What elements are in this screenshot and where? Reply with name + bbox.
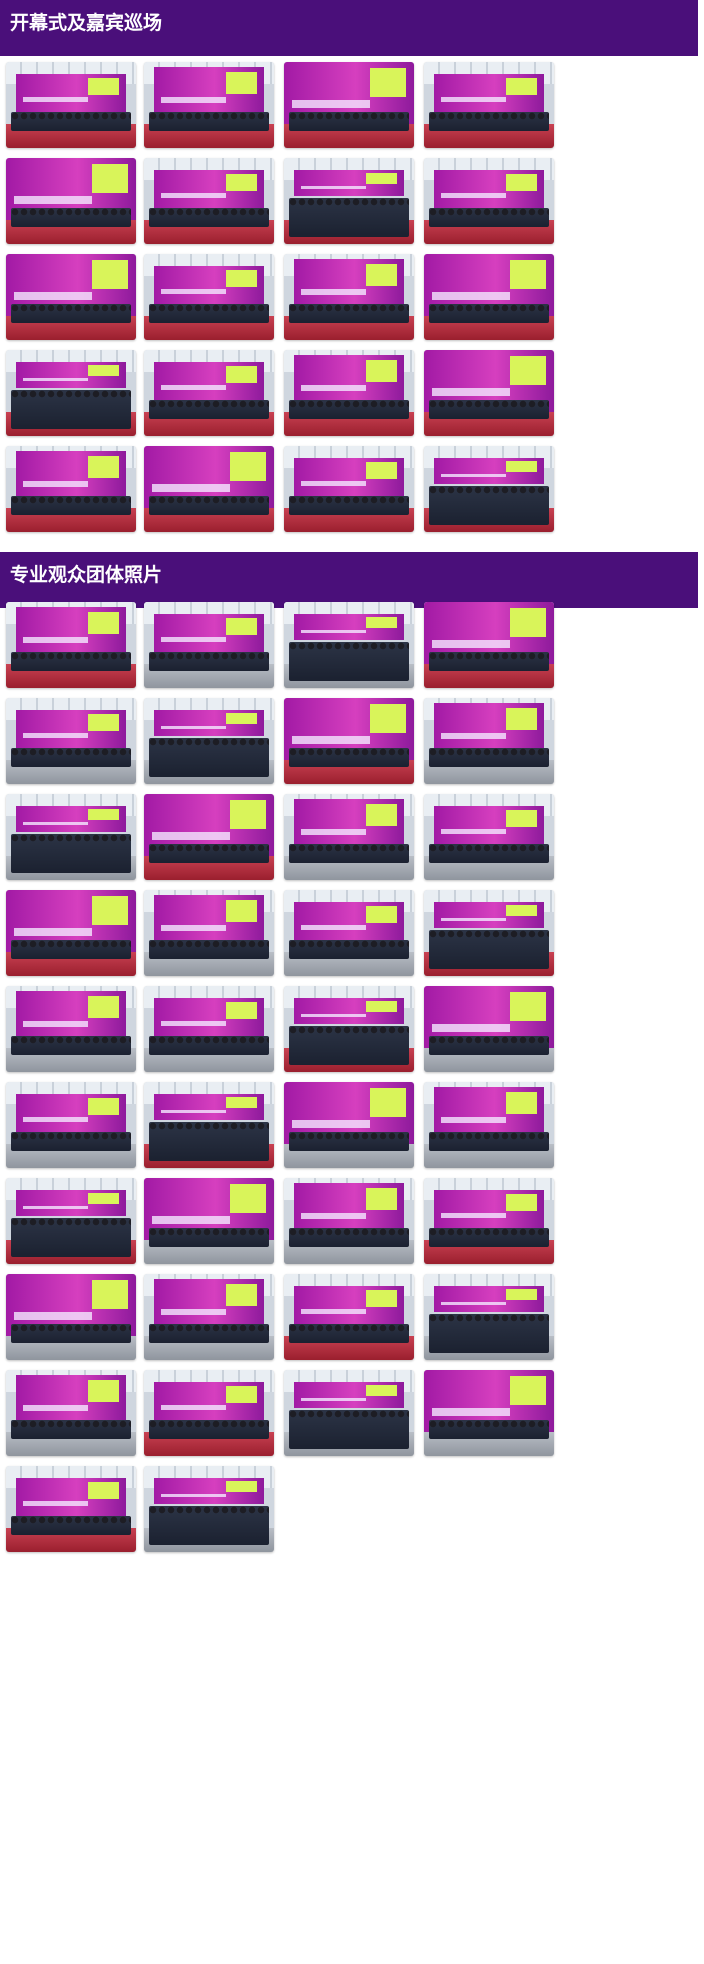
- photo-group-20: [424, 986, 554, 1072]
- photo-group-24: [424, 1082, 554, 1168]
- photo-group-23: [284, 1082, 414, 1168]
- photo-group-38: [144, 1466, 274, 1552]
- photo-group-6: [144, 698, 274, 784]
- photo-group-3: [284, 602, 414, 688]
- photo-group-27: [284, 1178, 414, 1264]
- photo-group-25: [6, 1178, 136, 1264]
- photo-hall-tour-1: [6, 254, 136, 340]
- photo-opening-guests-3: [424, 62, 554, 148]
- photo-group-30: [144, 1274, 274, 1360]
- photo-group-26: [144, 1178, 274, 1264]
- photo-group-34: [144, 1370, 274, 1456]
- section-header-bar: 专业观众团体照片: [0, 552, 698, 608]
- photo-group-10: [144, 794, 274, 880]
- photo-opening-stage-3: [424, 158, 554, 244]
- photo-group-4: [424, 602, 554, 688]
- photo-hall-tour-3: [284, 254, 414, 340]
- photo-group-19: [284, 986, 414, 1072]
- photo-group-17: [6, 986, 136, 1072]
- photo-group-33: [6, 1370, 136, 1456]
- photo-group-5: [6, 698, 136, 784]
- photo-hall-tour-8: [424, 350, 554, 436]
- photo-group-31: [284, 1274, 414, 1360]
- photo-opening-stage-1: [6, 158, 136, 244]
- photo-group-18: [144, 986, 274, 1072]
- photo-group-9: [6, 794, 136, 880]
- photo-booth-visit-3: [284, 446, 414, 532]
- photo-group-2: [144, 602, 274, 688]
- photo-group-14: [144, 890, 274, 976]
- photo-group-37: [6, 1466, 136, 1552]
- photo-opening-ribbon-1: [6, 62, 136, 148]
- photo-hall-tour-4: [424, 254, 554, 340]
- section-title: 专业观众团体照片: [10, 564, 163, 586]
- photo-hall-tour-2: [144, 254, 274, 340]
- photo-hall-tour-6: [144, 350, 274, 436]
- photo-opening-stage-2: [284, 158, 414, 244]
- photo-opening-guests-2: [284, 62, 414, 148]
- photo-booth-visit-2: [144, 446, 274, 532]
- section-title: 开幕式及嘉宾巡场: [10, 12, 163, 34]
- photo-group-16: [424, 890, 554, 976]
- photo-opening-guests-1: [144, 62, 274, 148]
- photo-group-28: [424, 1178, 554, 1264]
- photo-booth-visit-1: [6, 446, 136, 532]
- photo-group-36: [424, 1370, 554, 1456]
- photo-group-12: [424, 794, 554, 880]
- photo-booth-visit-4: [424, 446, 554, 532]
- photo-hall-tour-5: [6, 350, 136, 436]
- photo-group-13: [6, 890, 136, 976]
- photo-group-7: [284, 698, 414, 784]
- photo-group-35: [284, 1370, 414, 1456]
- photo-group-8: [424, 698, 554, 784]
- photo-group-29: [6, 1274, 136, 1360]
- section-header-bar: 开幕式及嘉宾巡场: [0, 0, 698, 56]
- photo-group-1: [6, 602, 136, 688]
- photo-group-32: [424, 1274, 554, 1360]
- photo-group-21: [6, 1082, 136, 1168]
- photo-group-22: [144, 1082, 274, 1168]
- photo-group-15: [284, 890, 414, 976]
- photo-group-11: [284, 794, 414, 880]
- photo-hall-tour-7: [284, 350, 414, 436]
- photo-opening-speech: [144, 158, 274, 244]
